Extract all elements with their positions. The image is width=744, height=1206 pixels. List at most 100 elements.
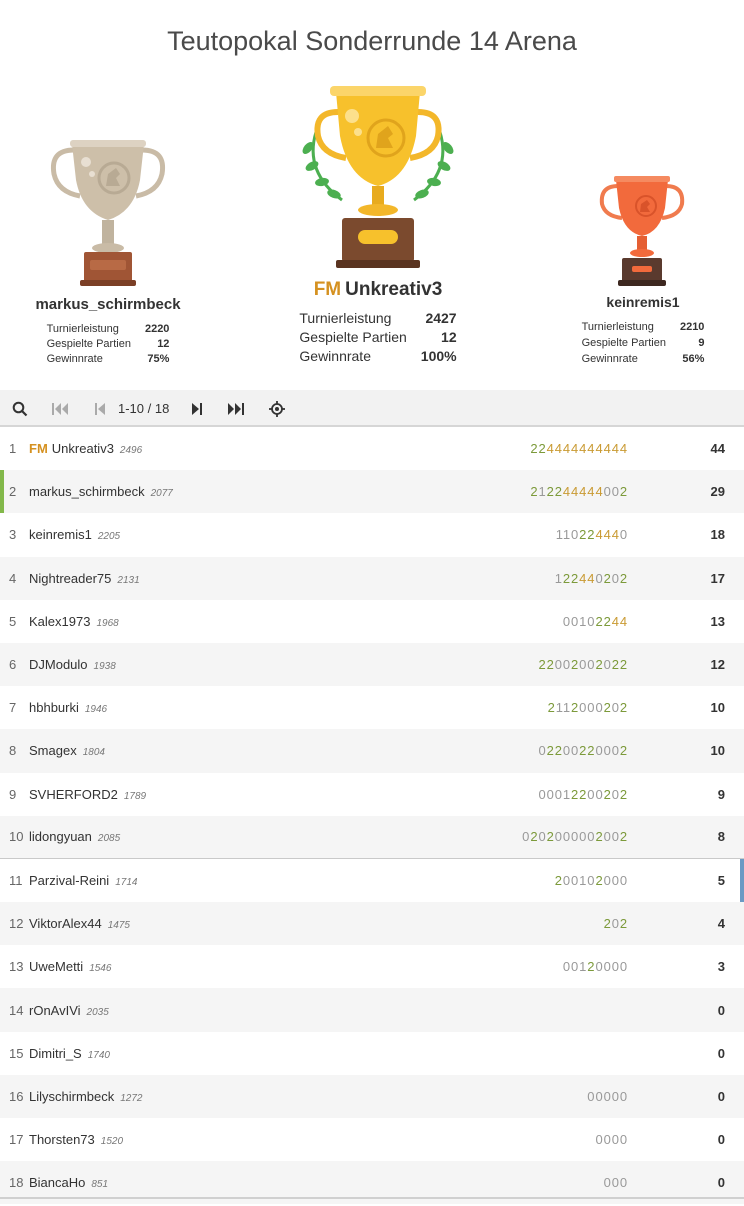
total-score: 5 <box>717 872 725 888</box>
player-name-text: markus_schirmbeck <box>29 484 145 500</box>
player-name[interactable]: UweMetti 1546 <box>29 959 111 974</box>
table-row[interactable]: 14 rOnAvIVi 2035 0 <box>0 988 744 1032</box>
player-name[interactable]: BiancaHo 851 <box>29 1175 108 1190</box>
player-name[interactable]: DJModulo 1938 <box>29 657 116 672</box>
standings-table: 1 FM Unkreativ3 2496 224444444444 44 2 markus_s… <box>0 427 744 1205</box>
rank-number: 18 <box>9 1175 24 1191</box>
score-sheet: 00012200202 <box>538 786 628 802</box>
locate-me-icon <box>269 400 285 417</box>
table-row[interactable]: 16 Lilyschirmbeck 1272 00000 0 <box>0 1074 744 1118</box>
player-name[interactable]: Nightreader75 2131 <box>29 571 140 586</box>
player-name[interactable]: keinremis1 2205 <box>29 527 120 542</box>
table-row[interactable]: 4 Nightreader75 2131 122440202 17 <box>0 556 744 600</box>
table-row[interactable]: 11 Parzival-Reini 1714 200102000 5 <box>0 858 744 903</box>
title-badge: FM <box>29 441 48 457</box>
player-name-text: Kalex1973 <box>29 613 91 629</box>
player-rating: 2077 <box>150 488 173 500</box>
table-row[interactable]: 13 UweMetti 1546 00120000 3 <box>0 945 744 989</box>
player-name-text: lidongyuan <box>29 829 92 845</box>
podium-third-place: keinremis1 Turnierleistung 2210 Gespielte… <box>566 170 720 367</box>
player-name[interactable]: SVHERFORD2 1789 <box>29 787 146 802</box>
score-sheet: 110224440 <box>555 527 628 543</box>
search-button[interactable] <box>5 390 35 427</box>
search-icon <box>12 401 28 416</box>
last-page-button[interactable] <box>221 390 251 427</box>
podium-third-name[interactable]: keinremis1 <box>566 294 720 310</box>
player-rating: 1520 <box>100 1136 124 1148</box>
player-rating: 2035 <box>86 1006 109 1018</box>
player-name[interactable]: lidongyuan 2085 <box>29 829 120 844</box>
table-row[interactable]: 15 Dimitri_S 1740 0 <box>0 1031 744 1075</box>
player-name-text: Smagex <box>29 743 77 759</box>
player-name[interactable]: Dimitri_S 1740 <box>29 1046 110 1061</box>
score-sheet: 000 <box>603 1175 628 1191</box>
podium-second-stats: Turnierleistung 2220 Gespielte Partien 12 … <box>46 323 170 365</box>
player-name-text: Nightreader75 <box>29 570 112 586</box>
rank-number: 3 <box>9 527 17 543</box>
player-name[interactable]: markus_schirmbeck 2077 <box>29 484 173 499</box>
table-row[interactable]: 9 SVHERFORD2 1789 00012200202 9 <box>0 772 744 816</box>
player-name-text: SVHERFORD2 <box>29 786 118 802</box>
rank-number: 1 <box>9 441 17 457</box>
table-row[interactable]: 10 lidongyuan 2085 0202000002002 8 <box>0 815 744 859</box>
table-row[interactable]: 12 ViktorAlex44 1475 202 4 <box>0 902 744 946</box>
player-name[interactable]: Thorsten73 1520 <box>29 1132 123 1147</box>
player-rating: 1475 <box>107 920 130 932</box>
rank-number: 13 <box>9 959 24 975</box>
table-row[interactable]: 1 FM Unkreativ3 2496 224444444444 44 <box>0 427 744 471</box>
table-row[interactable]: 6 DJModulo 1938 22002002022 12 <box>0 642 744 687</box>
total-score: 44 <box>710 441 725 457</box>
rank-number: 17 <box>9 1132 24 1148</box>
total-score: 13 <box>710 613 725 629</box>
score-sheet: 122440202 <box>554 570 628 586</box>
podium-second-name[interactable]: markus_schirmbeck <box>20 296 196 313</box>
rank-number: 15 <box>9 1045 24 1061</box>
page-info: 1-10 / 18 <box>118 401 170 416</box>
score-sheet: 00102244 <box>562 613 628 629</box>
first-page-icon <box>52 402 68 415</box>
podium-first-place: FM Unkreativ3 Turnierleistung 2427 Gespiel… <box>280 80 476 366</box>
player-name-text: hbhburki <box>29 700 79 716</box>
total-score: 0 <box>717 1132 725 1148</box>
rank-number: 5 <box>9 613 17 629</box>
podium-first-name[interactable]: FM Unkreativ3 <box>280 279 476 301</box>
podium-third-stats: Turnierleistung 2210 Gespielte Partien 9 G… <box>581 321 705 365</box>
score-sheet: 02200220002 <box>538 743 628 759</box>
player-name[interactable]: FM Unkreativ3 2496 <box>29 441 142 456</box>
player-rating: 1740 <box>87 1049 110 1061</box>
table-row[interactable]: 8 Smagex 1804 02200220002 10 <box>0 729 744 773</box>
rank-number: 6 <box>9 657 17 673</box>
total-score: 9 <box>717 786 725 802</box>
player-name-text: ViktorAlex44 <box>29 916 102 932</box>
locate-me-button[interactable] <box>262 390 292 427</box>
table-row[interactable]: 3 keinremis1 2205 110224440 18 <box>0 513 744 557</box>
player-name-text: Dimitri_S <box>29 1045 82 1061</box>
player-rating: 851 <box>91 1179 109 1191</box>
first-page-button[interactable] <box>45 390 75 427</box>
player-name[interactable]: Lilyschirmbeck 1272 <box>29 1089 143 1104</box>
score-sheet: 212244444002 <box>530 484 628 500</box>
rank-number: 10 <box>9 829 24 845</box>
player-name[interactable]: Kalex1973 1968 <box>29 614 119 629</box>
player-rating: 2205 <box>97 531 121 543</box>
player-rating: 1789 <box>123 790 147 802</box>
table-row[interactable]: 2 markus_schirmbeck 2077 212244444002 29 <box>0 470 744 514</box>
table-row[interactable]: 7 hbhburki 1946 2112000202 10 <box>0 686 744 730</box>
player-name[interactable]: hbhburki 1946 <box>29 700 107 715</box>
rank-number: 2 <box>9 484 17 500</box>
title-badge: FM <box>313 279 342 300</box>
table-row[interactable]: 5 Kalex1973 1968 00102244 13 <box>0 599 744 643</box>
player-name[interactable]: ViktorAlex44 1475 <box>29 916 130 931</box>
player-name[interactable]: rOnAvIVi 2035 <box>29 1003 109 1018</box>
player-name-text: Parzival-Reini <box>29 872 110 888</box>
prev-page-button[interactable] <box>85 390 115 427</box>
next-page-button[interactable] <box>182 390 212 427</box>
rank-number: 9 <box>9 786 17 802</box>
table-row[interactable]: 17 Thorsten73 1520 0000 0 <box>0 1118 744 1162</box>
player-name[interactable]: Smagex 1804 <box>29 743 105 758</box>
player-rating: 1272 <box>120 1092 143 1104</box>
score-sheet: 2112000202 <box>547 700 628 716</box>
score-sheet: 00120000 <box>562 959 628 975</box>
podium-second-place: markus_schirmbeck Turnierleistung 2220 Ge… <box>20 140 196 367</box>
player-name[interactable]: Parzival-Reini 1714 <box>29 873 137 888</box>
